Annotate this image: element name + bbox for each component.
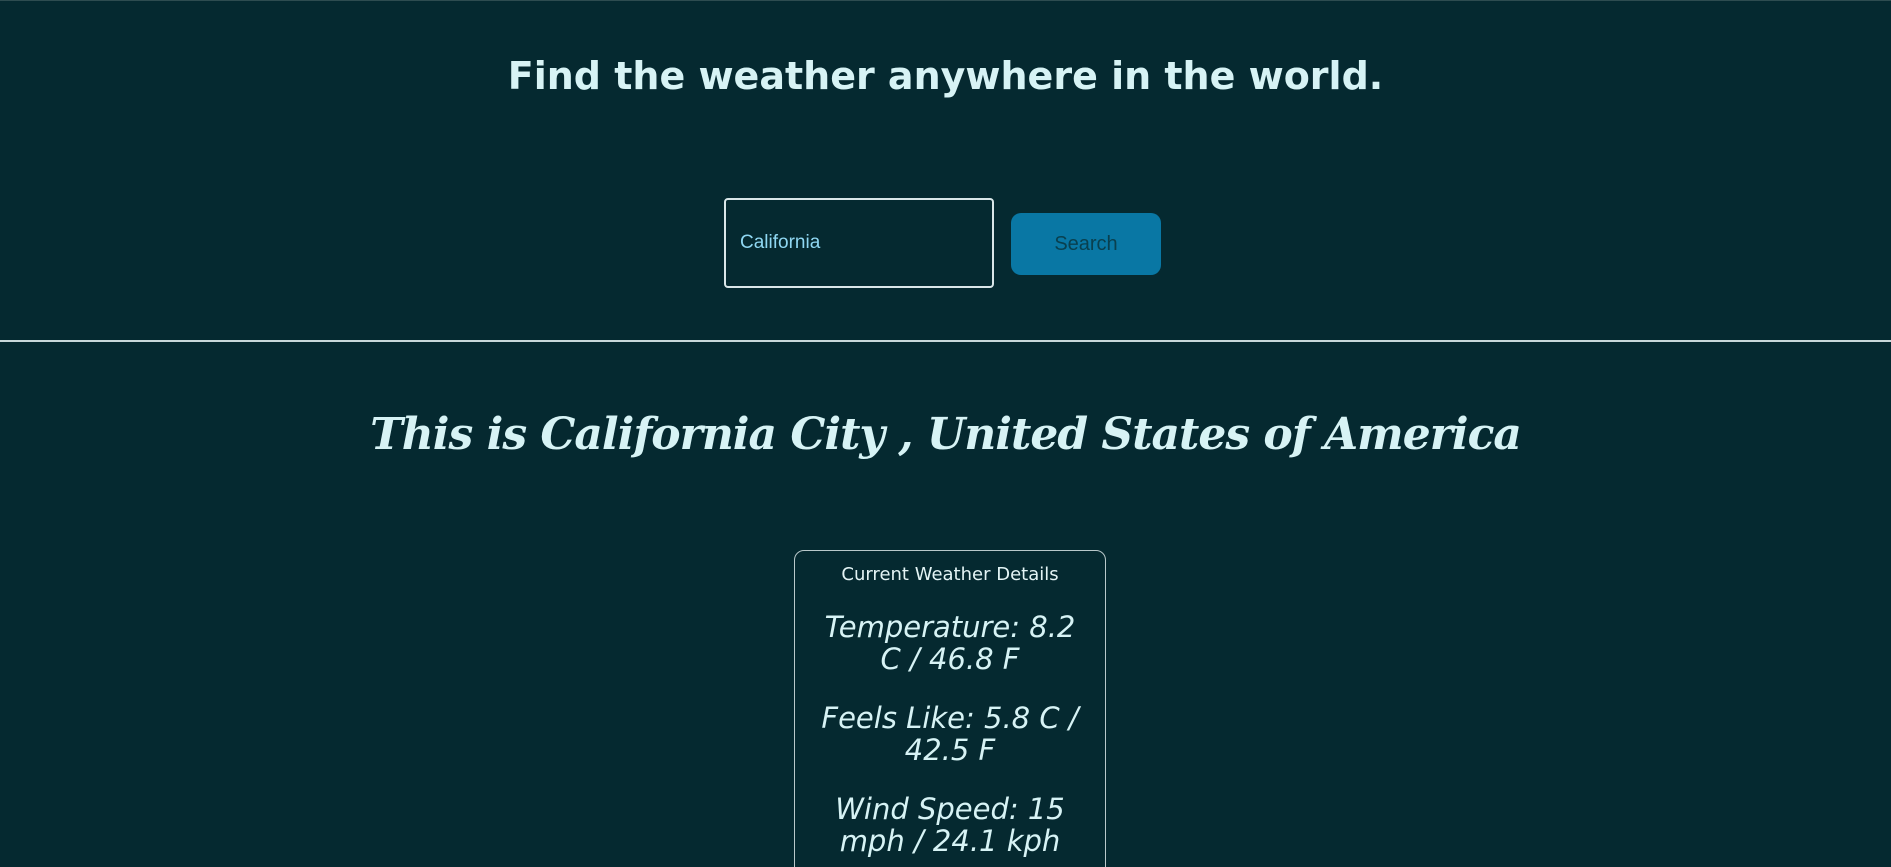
location-heading: This is California City , United States … <box>370 409 1522 460</box>
page-title: Find the weather anywhere in the world. <box>507 54 1384 98</box>
section-divider <box>0 340 1891 342</box>
weather-details-card: Current Weather Details Temperature: 8.2… <box>794 550 1106 867</box>
search-input[interactable] <box>724 198 994 288</box>
top-border <box>0 0 1891 1</box>
search-button[interactable]: Search <box>1011 213 1161 275</box>
temperature-detail: Temperature: 8.2 C / 46.8 F <box>824 610 1076 676</box>
card-title: Current Weather Details <box>841 564 1059 585</box>
wind-speed-detail: Wind Speed: 15 mph / 24.1 kph <box>835 792 1065 858</box>
feels-like-detail: Feels Like: 5.8 C / 42.5 F <box>821 701 1079 767</box>
